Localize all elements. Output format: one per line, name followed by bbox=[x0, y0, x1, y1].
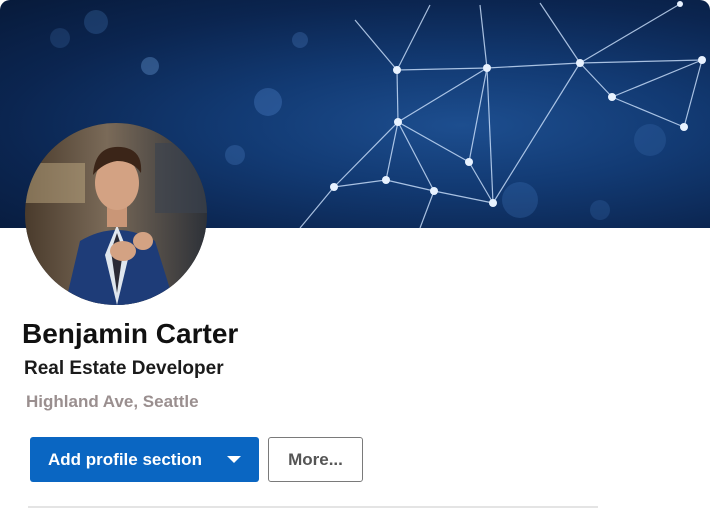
more-button-label: More... bbox=[288, 449, 343, 469]
add-profile-section-label: Add profile section bbox=[48, 449, 202, 469]
profile-card: Benjamin Carter Real Estate Developer Hi… bbox=[0, 0, 710, 510]
more-button[interactable]: More... bbox=[268, 437, 363, 482]
avatar[interactable] bbox=[25, 123, 207, 305]
profile-headline: Real Estate Developer bbox=[24, 358, 224, 379]
caret-down-icon bbox=[227, 456, 241, 463]
profile-photo bbox=[25, 123, 207, 305]
profile-name: Benjamin Carter bbox=[22, 318, 239, 349]
profile-location: Highland Ave, Seattle bbox=[26, 392, 199, 411]
add-profile-section-button[interactable]: Add profile section bbox=[30, 437, 259, 482]
divider bbox=[28, 506, 598, 508]
